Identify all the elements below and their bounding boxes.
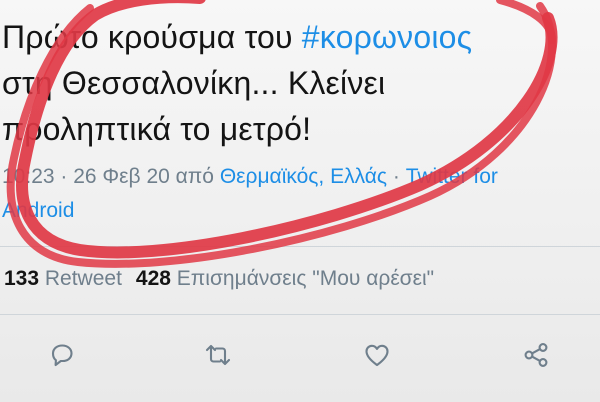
divider bbox=[0, 314, 600, 315]
like-icon bbox=[362, 340, 392, 375]
likes-stat[interactable]: 428 Επισημάνσεις "Μου αρέσει" bbox=[136, 267, 434, 290]
retweets-count: 133 bbox=[4, 267, 40, 290]
tweet-screen: Πρώτο κρούσμα του #κορωνοιος στη Θεσσαλο… bbox=[0, 0, 600, 402]
tweet-text-prefix: Πρώτο κρούσμα του bbox=[2, 19, 302, 55]
hashtag-link[interactable]: #κορωνοιος bbox=[302, 19, 473, 55]
share-icon bbox=[521, 340, 551, 375]
tweet-text: Πρώτο κρούσμα του #κορωνοιος στη Θεσσαλο… bbox=[2, 14, 598, 152]
meta-separator: · bbox=[54, 165, 74, 188]
tweet-meta-line-2: Android bbox=[2, 194, 598, 228]
from-word: από bbox=[169, 165, 220, 188]
tweet-text-line-3: προληπτικά το μετρό! bbox=[2, 111, 312, 147]
location-link[interactable]: Θερμαϊκός, Ελλάς bbox=[220, 165, 387, 188]
likes-label: Επισημάνσεις "Μου αρέσει" bbox=[170, 267, 435, 290]
retweet-button[interactable] bbox=[196, 335, 240, 379]
tweet-meta: 10:23 · 26 Φεβ 20 από Θερμαϊκός, Ελλάς ·… bbox=[2, 160, 598, 228]
tweet-text-line-1: Πρώτο κρούσμα του #κορωνοιος bbox=[2, 14, 598, 60]
divider bbox=[0, 246, 600, 247]
client-link-continued[interactable]: Android bbox=[2, 199, 74, 222]
retweets-stat[interactable]: 133 Retweet bbox=[4, 267, 122, 290]
reply-button[interactable] bbox=[40, 335, 84, 379]
like-button[interactable] bbox=[355, 335, 399, 379]
retweet-icon bbox=[203, 340, 233, 375]
tweet-date: 26 Φεβ 20 bbox=[73, 165, 170, 188]
reply-icon bbox=[47, 340, 77, 375]
retweets-label: Retweet bbox=[39, 267, 122, 290]
tweet-stats: 133 Retweet 428 Επισημάνσεις "Μου αρέσει" bbox=[4, 264, 434, 294]
tweet-meta-line-1: 10:23 · 26 Φεβ 20 από Θερμαϊκός, Ελλάς ·… bbox=[2, 160, 598, 194]
share-button[interactable] bbox=[514, 335, 558, 379]
meta-separator: · bbox=[387, 165, 406, 188]
tweet-time: 10:23 bbox=[2, 165, 55, 188]
likes-count: 428 bbox=[135, 267, 171, 290]
tweet-text-line-2: στη Θεσσαλονίκη... Κλείνει bbox=[2, 65, 386, 101]
tweet-actions bbox=[0, 335, 600, 379]
client-link[interactable]: Twitter for bbox=[406, 165, 498, 188]
